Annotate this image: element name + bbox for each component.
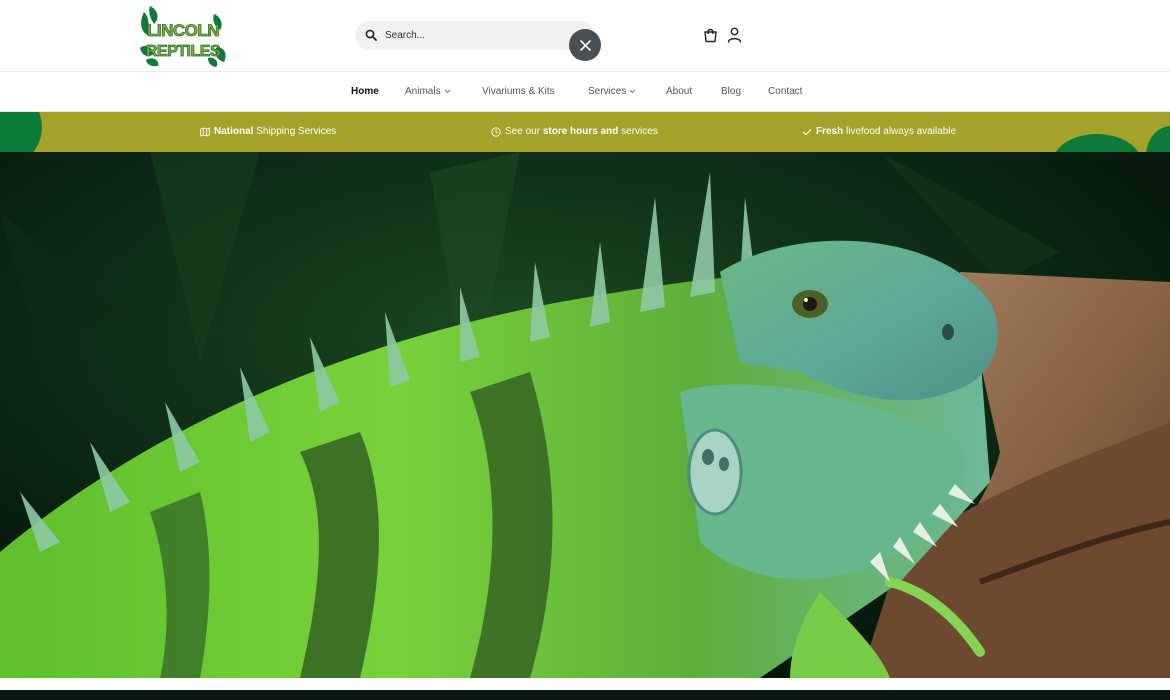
decorative-leaf [0, 112, 42, 152]
cart-icon[interactable] [703, 28, 718, 43]
promo-bar: National Shipping Services See our store… [0, 112, 1170, 152]
promo-livefood[interactable]: Fresh livefood always available [802, 126, 956, 137]
check-icon [802, 128, 812, 135]
promo-store-hours[interactable]: See our store hours and services [491, 126, 658, 137]
nav-item-vivariums[interactable]: Vivariums & Kits [482, 86, 555, 97]
promo-shipping[interactable]: National Shipping Services [200, 126, 336, 137]
close-icon [579, 39, 591, 51]
promo-bold: National [214, 126, 254, 137]
nav-item-about[interactable]: About [666, 86, 692, 97]
logo-line2: REPTILES [146, 43, 221, 60]
nav-item-blog[interactable]: Blog [721, 86, 741, 97]
clock-icon [491, 126, 501, 137]
hero-image-iguana [0, 152, 1170, 678]
search-input[interactable] [385, 25, 575, 46]
nav-item-label: Services [588, 86, 627, 97]
chevron-down-icon [630, 89, 636, 94]
main-navigation: Home Animals Vivariums & Kits Services A… [0, 72, 1170, 112]
user-icon[interactable] [727, 27, 742, 43]
promo-bold: store hours and [542, 126, 619, 137]
nav-item-label: Blog [721, 86, 742, 97]
nav-item-home[interactable]: Home [351, 86, 379, 97]
promo-text: See our [505, 126, 543, 137]
site-logo[interactable]: LINCOLN REPTILES [138, 4, 228, 67]
decorative-leaf [1052, 134, 1142, 152]
nav-item-label: Vivariums & Kits [482, 86, 555, 97]
nav-item-contact[interactable]: Contact [768, 86, 802, 97]
next-section-edge [0, 690, 1170, 700]
nav-item-label: Animals [405, 86, 441, 97]
nav-item-label: About [666, 86, 693, 97]
logo-graphic: LINCOLN REPTILES [140, 6, 226, 67]
hero-bottom-spacer [0, 678, 1170, 690]
search-icon[interactable] [365, 29, 377, 41]
promo-text: livefood always available [843, 126, 957, 137]
site-header: LINCOLN REPTILES [0, 0, 1170, 72]
chevron-down-icon [444, 89, 450, 94]
promo-text: Shipping Services [253, 126, 337, 137]
nav-item-animals[interactable]: Animals [405, 86, 451, 97]
decorative-leaf [1146, 126, 1170, 152]
promo-bold: Fresh [816, 126, 844, 137]
map-icon [200, 127, 210, 136]
nav-item-label: Home [351, 86, 379, 97]
nav-item-label: Contact [768, 86, 803, 97]
hero-banner [0, 152, 1170, 678]
logo-line1: LINCOLN [147, 21, 219, 40]
promo-text: services [618, 126, 658, 137]
nav-item-services[interactable]: Services [588, 86, 636, 97]
search-bar[interactable] [355, 21, 595, 50]
search-close-button[interactable] [569, 29, 601, 61]
